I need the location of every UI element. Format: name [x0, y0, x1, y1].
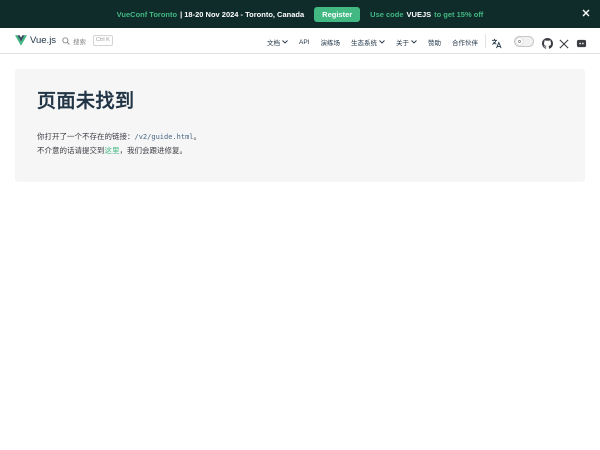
home-link[interactable]: Vue.js [15, 35, 56, 46]
message-text: 你打开了一个不存在的链接： [37, 132, 135, 141]
promo-banner: VueConf Toronto | 18-20 Nov 2024 - Toron… [0, 0, 600, 28]
menu-playground[interactable]: 演练场 [320, 37, 340, 47]
register-button[interactable]: Register [314, 6, 361, 22]
menu-docs-label: 文档 [267, 40, 280, 47]
missing-path: /v2/guide.html [134, 133, 194, 141]
message-punctuation: 。 [193, 132, 202, 141]
report-suffix: ，我们会跟进修复。 [119, 146, 188, 155]
menu-docs[interactable]: 文档 [267, 37, 288, 47]
chevron-down-icon [379, 40, 385, 44]
menu-api[interactable]: API [299, 39, 309, 46]
search-shortcut: Ctrl K [93, 35, 113, 46]
chevron-down-icon [411, 40, 417, 44]
top-nav: Vue.js 搜索 Ctrl K 文档 API 演练场 生态系统 关于 赞助 合… [0, 28, 600, 54]
menu-ecosystem-label: 生态系统 [350, 40, 377, 47]
promo-suffix: to get 15% off [434, 9, 484, 19]
close-icon[interactable] [580, 7, 592, 19]
logo-text: Vue.js [30, 35, 57, 46]
search-button[interactable]: 搜索 Ctrl K [62, 35, 113, 46]
missing-link-message: 你打开了一个不存在的链接：/v2/guide.html。 [37, 131, 201, 143]
report-message: 不介意的话请提交到这里，我们会跟进修复。 [37, 145, 187, 157]
menu-sponsor[interactable]: 赞助 [428, 37, 441, 47]
promo-code: VUEJS [406, 9, 432, 19]
sun-icon [516, 38, 523, 45]
nav-divider [485, 34, 486, 48]
github-icon[interactable] [542, 36, 553, 49]
search-label: 搜索 [73, 38, 86, 46]
promo-prefix: Use code [370, 9, 404, 19]
translate-icon[interactable] [491, 36, 502, 54]
menu-ecosystem[interactable]: 生态系统 [351, 37, 385, 47]
not-found-panel: 页面未找到 你打开了一个不存在的链接：/v2/guide.html。 不介意的话… [15, 69, 585, 182]
report-text: 不介意的话请提交到 [37, 146, 105, 155]
banner-details: | 18-20 Nov 2024 - Toronto, Canada [180, 9, 305, 19]
chevron-down-icon [282, 40, 288, 44]
menu-about[interactable]: 关于 [396, 37, 417, 47]
menu-about-label: 关于 [395, 40, 409, 47]
report-link[interactable]: 这里 [105, 146, 120, 155]
x-twitter-icon[interactable] [559, 36, 570, 49]
menu-partners[interactable]: 合作伙伴 [452, 37, 478, 47]
page-title: 页面未找到 [37, 91, 135, 112]
search-icon [62, 36, 70, 45]
dark-mode-toggle[interactable] [514, 36, 534, 47]
main-menu: 文档 API 演练场 生态系统 关于 赞助 合作伙伴 [267, 37, 489, 48]
vue-logo-icon [15, 35, 27, 46]
banner-event[interactable]: VueConf Toronto [117, 10, 177, 19]
discord-icon[interactable] [576, 36, 587, 48]
